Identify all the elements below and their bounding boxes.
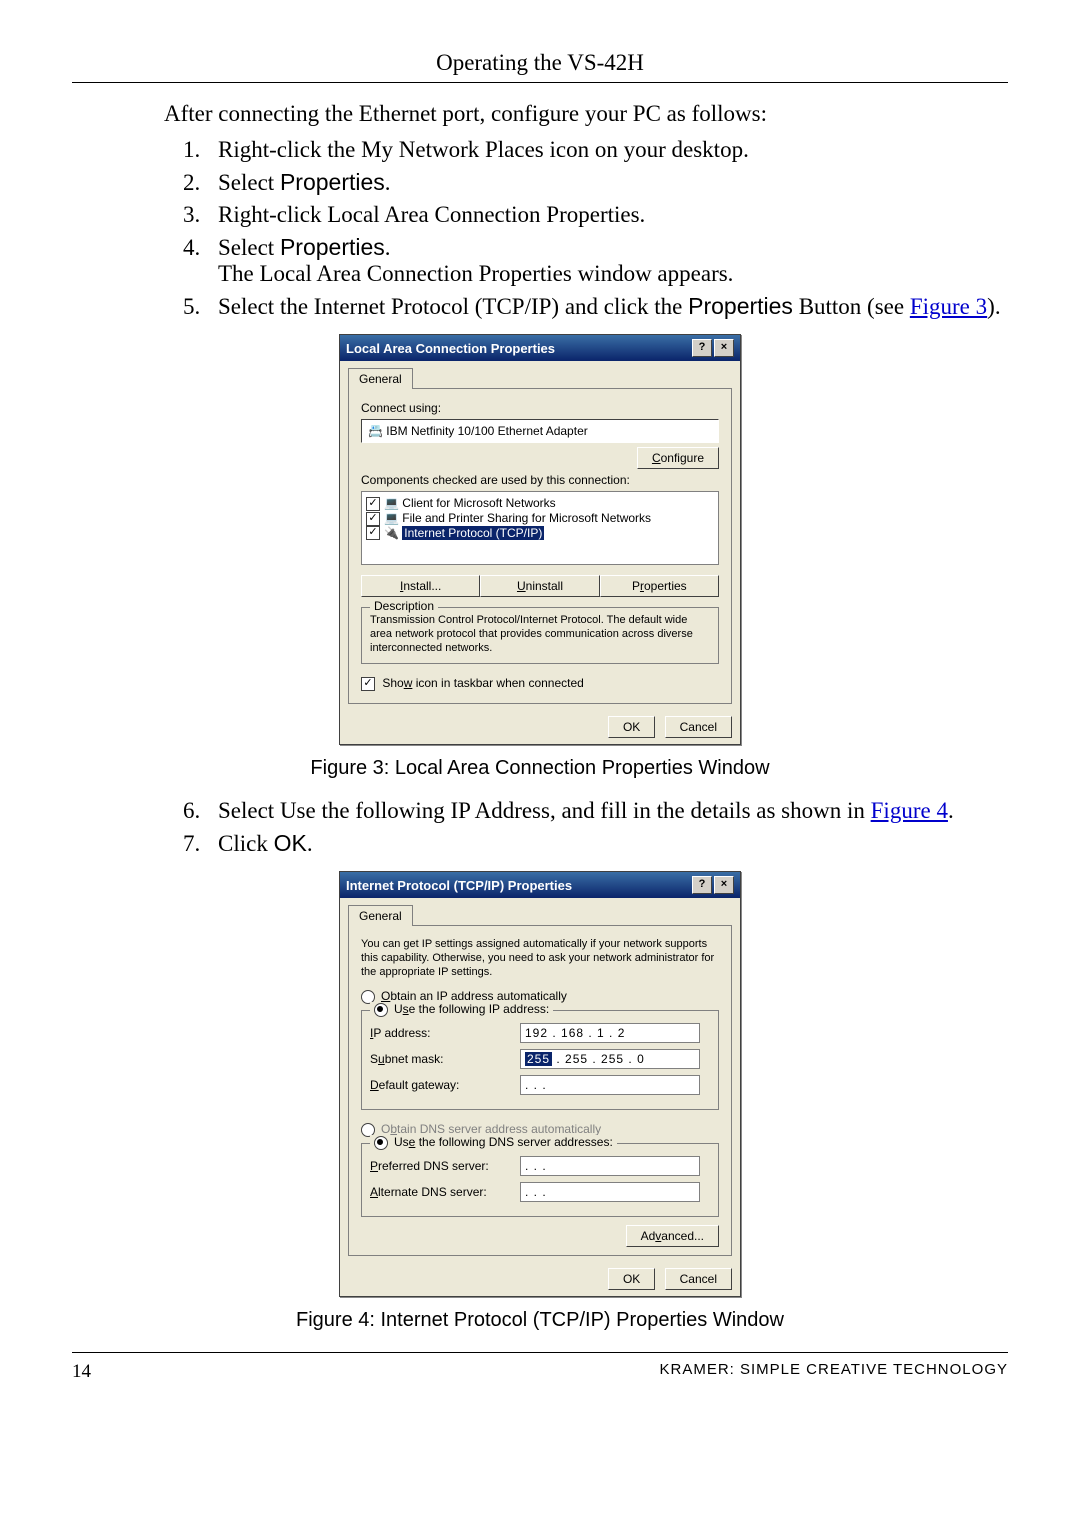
step-1: Right-click the My Network Places icon o… <box>206 137 1008 163</box>
checkbox-icon[interactable]: ✓ <box>361 677 375 691</box>
alt-dns-label: Alternate DNS server: <box>370 1185 520 1199</box>
ok-button[interactable]: OK <box>608 1268 655 1290</box>
step-7-ok: OK <box>274 830 307 856</box>
description-text: Transmission Control Protocol/Internet P… <box>370 614 710 655</box>
use-dns-group: Use the following DNS server addresses: … <box>361 1143 719 1217</box>
steps-list-2: Select Use the following IP Address, and… <box>164 798 1008 857</box>
page-footer: 14 KRAMER: SIMPLE CREATIVE TECHNOLOGY <box>72 1352 1008 1383</box>
radio-use-ip[interactable]: Use the following IP address: <box>370 1002 553 1017</box>
properties-button[interactable]: Properties <box>600 575 719 597</box>
uninstall-button[interactable]: Uninstall <box>480 575 599 597</box>
step-5-post: Button (see <box>793 294 910 319</box>
intro-text: After connecting the Ethernet port, conf… <box>164 101 1008 127</box>
dialog2-titlebar: Internet Protocol (TCP/IP) Properties ? … <box>340 872 740 898</box>
adapter-name: IBM Netfinity 10/100 Ethernet Adapter <box>386 424 587 438</box>
alt-dns-input[interactable]: . . . <box>520 1182 700 1202</box>
step-7-post: . <box>307 831 313 856</box>
radio-icon[interactable] <box>374 1136 388 1150</box>
show-icon-row[interactable]: ✓ Show icon in taskbar when connected <box>361 676 719 691</box>
step-2-pre: Select <box>218 170 280 195</box>
step-4-post: . <box>385 235 391 260</box>
checkbox-icon[interactable]: ✓ <box>366 512 380 526</box>
list-item[interactable]: ✓🔌 Internet Protocol (TCP/IP) <box>366 526 714 541</box>
lan-properties-dialog: Local Area Connection Properties ? × Gen… <box>339 334 741 745</box>
components-label: Components checked are used by this conn… <box>361 473 719 487</box>
ip-address-input[interactable]: 192 . 168 . 1 . 2 <box>520 1023 700 1043</box>
figure-3-caption: Figure 3: Local Area Connection Properti… <box>72 757 1008 780</box>
footer-brand: KRAMER: SIMPLE CREATIVE TECHNOLOGY <box>659 1361 1008 1383</box>
radio-use-dns[interactable]: Use the following DNS server addresses: <box>370 1135 617 1150</box>
step-4-line2: The Local Area Connection Properties win… <box>218 261 733 286</box>
tab-general[interactable]: General <box>348 905 413 926</box>
subnet-rest: . 255 . 255 . 0 <box>552 1052 645 1066</box>
step-5-prop: Properties <box>688 293 793 319</box>
tcpip-properties-dialog: Internet Protocol (TCP/IP) Properties ? … <box>339 871 741 1297</box>
gateway-input[interactable]: . . . <box>520 1075 700 1095</box>
checkbox-icon[interactable]: ✓ <box>366 526 380 540</box>
component-1: Client for Microsoft Networks <box>402 496 555 510</box>
configure-button[interactable]: CConfigureonfigure <box>637 447 719 469</box>
list-item[interactable]: ✓💻 File and Printer Sharing for Microsof… <box>366 511 714 526</box>
ok-button[interactable]: OK <box>608 716 655 738</box>
components-listbox[interactable]: ✓💻 Client for Microsoft Networks ✓💻 File… <box>361 491 719 565</box>
radio-icon[interactable] <box>374 1003 388 1017</box>
description-group: Description Transmission Control Protoco… <box>361 607 719 664</box>
step-6-post: . <box>948 798 954 823</box>
step-6: Select Use the following IP Address, and… <box>206 798 1008 824</box>
subnet-oct1: 255 <box>525 1052 552 1066</box>
steps-list: Right-click the My Network Places icon o… <box>164 137 1008 320</box>
adapter-field: 📇 IBM Netfinity 10/100 Ethernet Adapter <box>361 419 719 443</box>
cancel-button[interactable]: Cancel <box>665 716 732 738</box>
show-icon-label: Show icon in taskbar when connected <box>382 676 583 690</box>
help-icon[interactable]: ? <box>692 876 712 894</box>
step-6-pre: Select Use the following IP Address, and… <box>218 798 871 823</box>
tab-general[interactable]: General <box>348 368 413 389</box>
page-header: Operating the VS-42H <box>72 50 1008 83</box>
close-icon[interactable]: × <box>714 339 734 357</box>
subnet-input[interactable]: 255 . 255 . 255 . 0 <box>520 1049 700 1069</box>
step-2-prop: Properties <box>280 169 385 195</box>
pref-dns-input[interactable]: . . . <box>520 1156 700 1176</box>
advanced-button[interactable]: Advanced... <box>626 1225 719 1247</box>
connect-using-label: Connect using: <box>361 401 719 415</box>
close-icon[interactable]: × <box>714 876 734 894</box>
pref-dns-label: Preferred DNS server: <box>370 1159 520 1173</box>
figure-4-link[interactable]: Figure 4 <box>871 798 948 823</box>
figure-3-link[interactable]: Figure 3 <box>910 294 987 319</box>
step-3: Right-click Local Area Connection Proper… <box>206 202 1008 228</box>
install-button[interactable]: Install... <box>361 575 480 597</box>
use-ip-group: Use the following IP address: IP address… <box>361 1010 719 1110</box>
step-2: Select Properties. <box>206 169 1008 196</box>
step-4: Select Properties. The Local Area Connec… <box>206 234 1008 287</box>
checkbox-icon[interactable]: ✓ <box>366 497 380 511</box>
step-7-pre: Click <box>218 831 274 856</box>
step-4-prop: Properties <box>280 234 385 260</box>
description-title: Description <box>370 599 438 613</box>
gateway-label: Default gateway: <box>370 1078 520 1092</box>
help-icon[interactable]: ? <box>692 339 712 357</box>
list-item[interactable]: ✓💻 Client for Microsoft Networks <box>366 496 714 511</box>
tcpip-explain: You can get IP settings assigned automat… <box>361 938 719 979</box>
dialog1-titlebar: Local Area Connection Properties ? × <box>340 335 740 361</box>
step-5-end: ). <box>987 294 1000 319</box>
page-number: 14 <box>72 1361 91 1383</box>
component-3-selected: Internet Protocol (TCP/IP) <box>402 526 544 540</box>
step-5-pre: Select the Internet Protocol (TCP/IP) an… <box>218 294 688 319</box>
dialog2-title: Internet Protocol (TCP/IP) Properties <box>346 878 572 893</box>
ip-address-label: IP address: <box>370 1026 520 1040</box>
dialog1-title: Local Area Connection Properties <box>346 341 555 356</box>
step-4-pre: Select <box>218 235 280 260</box>
step-2-post: . <box>385 170 391 195</box>
subnet-label: Subnet mask: <box>370 1052 520 1066</box>
cancel-button[interactable]: Cancel <box>665 1268 732 1290</box>
network-adapter-icon: 📇 <box>368 424 386 438</box>
figure-4-caption: Figure 4: Internet Protocol (TCP/IP) Pro… <box>72 1309 1008 1332</box>
component-2: File and Printer Sharing for Microsoft N… <box>402 511 651 525</box>
step-7: Click OK. <box>206 830 1008 857</box>
step-5: Select the Internet Protocol (TCP/IP) an… <box>206 293 1008 320</box>
